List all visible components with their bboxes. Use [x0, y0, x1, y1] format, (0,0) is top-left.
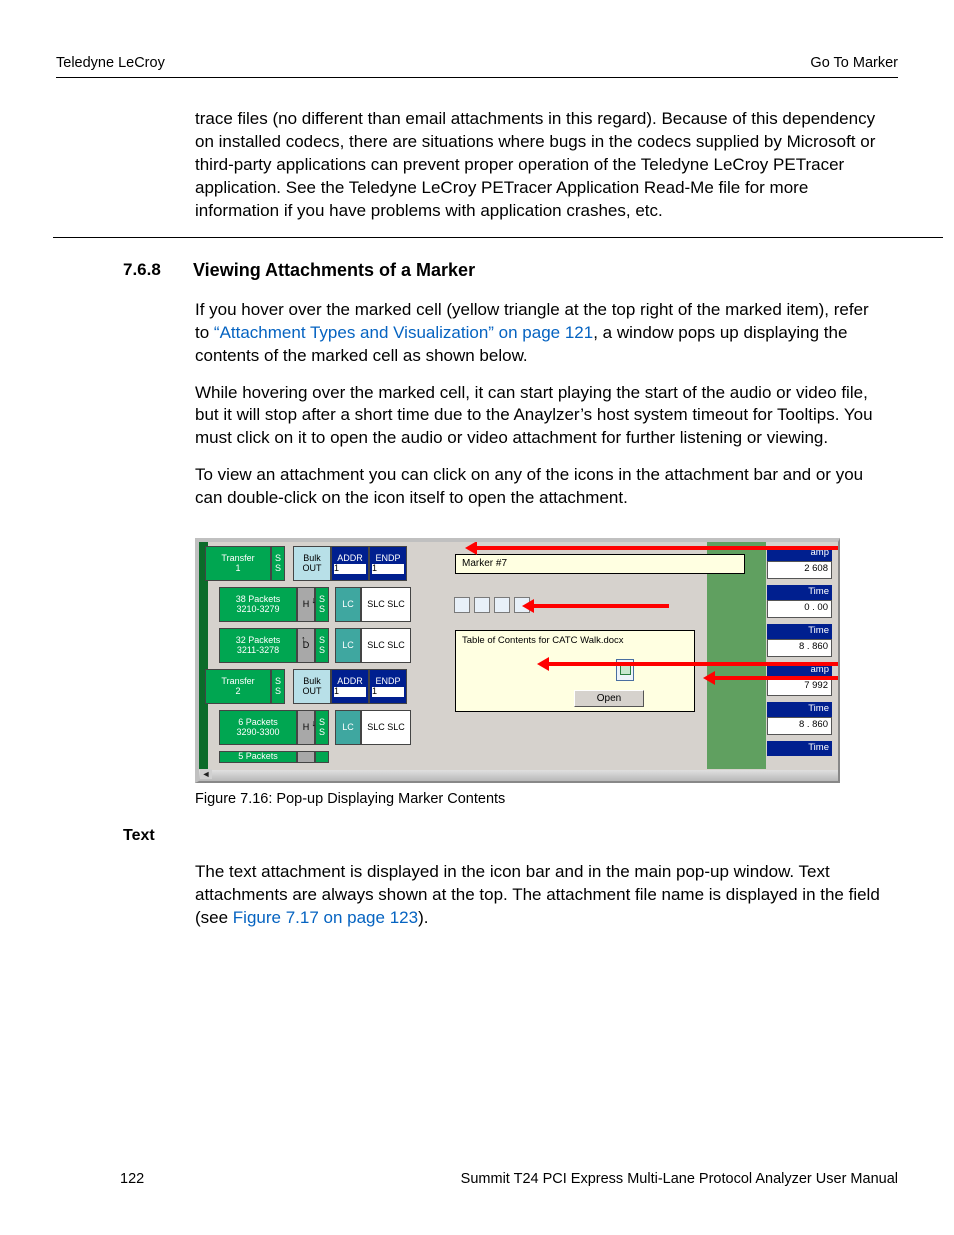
- attach-icon[interactable]: [454, 597, 470, 613]
- para-3: To view an attachment you can click on a…: [195, 464, 883, 510]
- ts-head: Time: [767, 624, 832, 639]
- h-scrollbar[interactable]: [199, 770, 838, 781]
- para-2: While hovering over the marked cell, it …: [195, 382, 883, 451]
- trace-row[interactable]: 5 Packets: [205, 751, 455, 765]
- link-attachment-types[interactable]: “Attachment Types and Visualization” on …: [214, 323, 593, 342]
- header-right: Go To Marker: [810, 55, 898, 71]
- para-4b: ).: [418, 908, 428, 927]
- trace-row[interactable]: 6 Packets3290-3300 H ↓ SS LC SLC SLC: [205, 710, 455, 745]
- sub-heading-text: Text: [123, 827, 903, 845]
- ts-val: 8 . 860: [767, 717, 832, 735]
- header-left: Teledyne LeCroy: [56, 55, 165, 71]
- ts-val: 7 992: [767, 678, 832, 696]
- trace-area: Transfer1 SS BulkOUT ADDR1 ENDP1 38 Pack…: [205, 546, 455, 769]
- link-figure-7-17[interactable]: Figure 7.17 on page 123: [233, 908, 418, 927]
- marker-tooltip: Marker #7: [455, 554, 745, 574]
- trace-row[interactable]: 38 Packets3210-3279 H ↓ SS LC SLC SLC: [205, 587, 455, 622]
- attachment-popup: Table of Contents for CATC Walk.docx Ope…: [455, 630, 695, 712]
- intro-paragraph: trace files (no different than email att…: [195, 108, 883, 223]
- ts-val: 0 . 00: [767, 600, 832, 618]
- annotation-arrow: [534, 604, 669, 608]
- attach-icon[interactable]: [494, 597, 510, 613]
- attach-icon[interactable]: [474, 597, 490, 613]
- para-4: The text attachment is displayed in the …: [195, 861, 883, 930]
- screenshot-figure: Transfer1 SS BulkOUT ADDR1 ENDP1 38 Pack…: [195, 538, 840, 783]
- page-number: 122: [120, 1171, 144, 1187]
- annotation-arrow: [549, 662, 840, 666]
- figure-caption: Figure 7.16: Pop-up Displaying Marker Co…: [195, 791, 903, 807]
- annotation-arrow: [477, 546, 840, 550]
- trace-row[interactable]: 32 Packets3211-3278 ↑ D SS LC SLC SLC: [205, 628, 455, 663]
- section-title: Viewing Attachments of a Marker: [193, 260, 475, 281]
- marker-tooltip-text: Marker #7: [462, 558, 507, 569]
- ts-head: Time: [767, 702, 832, 717]
- timestamps-column: amp 2 608 Time 0 . 00 Time 8 . 860 amp 7…: [767, 546, 832, 769]
- ts-head: Time: [767, 741, 832, 756]
- popup-filename: Table of Contents for CATC Walk.docx: [462, 635, 688, 646]
- trace-row[interactable]: Transfer1 SS BulkOUT ADDR1 ENDP1: [205, 546, 455, 581]
- ts-val: 8 . 860: [767, 639, 832, 657]
- section-number: 7.6.8: [123, 260, 175, 281]
- ts-head: Time: [767, 585, 832, 600]
- section-divider: [53, 237, 943, 238]
- background-band: [707, 542, 766, 769]
- open-button[interactable]: Open: [574, 690, 644, 707]
- para-1: If you hover over the marked cell (yello…: [195, 299, 883, 368]
- ts-val: 2 608: [767, 561, 832, 579]
- trace-row[interactable]: Transfer2 SS BulkOUT ADDR1 ENDP1: [205, 669, 455, 704]
- annotation-arrow: [715, 676, 840, 680]
- footer-title: Summit T24 PCI Express Multi-Lane Protoc…: [461, 1171, 898, 1187]
- attachment-icon-bar: [454, 597, 530, 613]
